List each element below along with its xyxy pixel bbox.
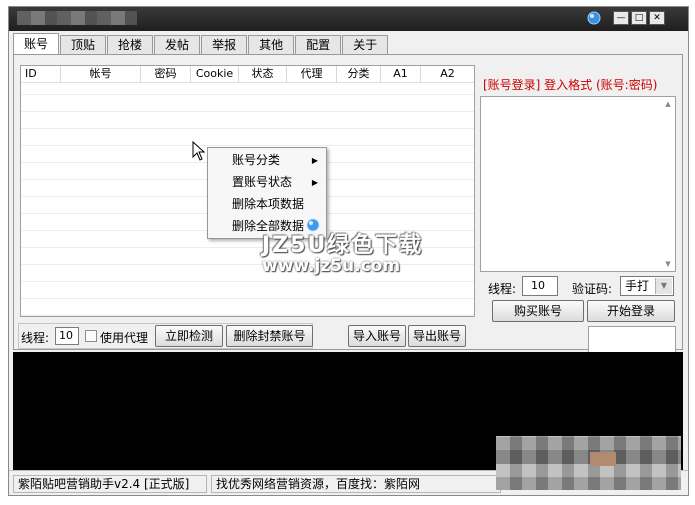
start-login-button[interactable]: 开始登录 <box>587 300 675 322</box>
account-input-textarea[interactable]: ▲ ▼ <box>480 96 676 272</box>
buy-accounts-button[interactable]: 购买账号 <box>492 300 584 322</box>
submenu-arrow-icon: ▶ <box>311 178 318 187</box>
col-category[interactable]: 分类 <box>337 66 381 82</box>
tab-about[interactable]: 关于 <box>342 35 389 56</box>
blurred-title <box>17 11 137 25</box>
pixelated-overlay <box>496 436 681 490</box>
menu-item-label: 删除本项数据 <box>232 197 305 211</box>
table-controls: 线程: 10 使用代理 立即检测 删除封禁账号 <box>18 323 313 349</box>
chevron-down-icon[interactable]: ▼ <box>655 278 672 294</box>
col-a1[interactable]: A1 <box>381 66 421 82</box>
status-app-name: 紫陌贴吧营销助手v2.4 [正式版] <box>13 475 207 493</box>
menu-item-account-category[interactable]: 账号分类 ▶ <box>208 150 326 171</box>
pixelated-overlay-accent <box>590 452 616 466</box>
tab-top-post[interactable]: 顶贴 <box>60 35 107 56</box>
col-password[interactable]: 密码 <box>141 66 191 82</box>
tab-post[interactable]: 发帖 <box>154 35 201 56</box>
tab-account[interactable]: 账号 <box>13 33 60 56</box>
captcha-mode-select[interactable]: 手打 ▼ <box>620 276 674 296</box>
login-thread-input[interactable]: 10 <box>522 276 558 296</box>
tab-grab-floor[interactable]: 抢楼 <box>107 35 154 56</box>
col-id[interactable]: ID <box>21 66 61 82</box>
watermark-logo-text: JZ5U绿色下载 <box>262 233 424 258</box>
tab-other[interactable]: 其他 <box>248 35 295 56</box>
table-header: ID 帐号 密码 Cookie 状态 代理 分类 A1 A2 <box>21 66 474 83</box>
close-button[interactable]: ✕ <box>649 11 665 25</box>
menu-item-label: 置账号状态 <box>232 175 293 189</box>
menu-item-delete-this[interactable]: 删除本项数据 <box>208 194 326 215</box>
scroll-down-arrow-icon[interactable]: ▼ <box>663 259 673 269</box>
use-proxy-label: 使用代理 <box>100 331 149 345</box>
col-a2[interactable]: A2 <box>421 66 474 82</box>
tab-report[interactable]: 举报 <box>201 35 248 56</box>
col-status[interactable]: 状态 <box>239 66 287 82</box>
use-proxy-checkbox[interactable] <box>85 330 97 342</box>
menu-item-set-status[interactable]: 置账号状态 ▶ <box>208 172 326 193</box>
col-cookie[interactable]: Cookie <box>191 66 239 82</box>
submenu-arrow-icon: ▶ <box>311 156 318 165</box>
scroll-up-arrow-icon[interactable]: ▲ <box>663 99 673 109</box>
minimize-button[interactable]: — <box>613 11 629 25</box>
tab-bar: 账号 顶贴 抢楼 发帖 举报 其他 配置 关于 <box>13 33 389 56</box>
export-accounts-button[interactable]: 导出账号 <box>408 325 466 347</box>
captcha-mode-value: 手打 <box>625 279 650 293</box>
title-bar: — □ ✕ <box>9 7 688 31</box>
thread-label: 线程: <box>21 331 50 345</box>
thread-count-input[interactable]: 10 <box>55 327 79 345</box>
captcha-label: 验证码: <box>572 282 613 296</box>
status-box <box>588 326 676 354</box>
watermark-url: www.jz5u.com <box>262 256 401 276</box>
maximize-button[interactable]: □ <box>631 11 647 25</box>
col-proxy[interactable]: 代理 <box>287 66 337 82</box>
skin-icon[interactable] <box>587 11 601 25</box>
status-message: 找优秀网络营销资源，百度找：紫陌网 <box>211 475 501 493</box>
menu-item-label: 账号分类 <box>232 153 281 167</box>
account-panel: ID 帐号 密码 Cookie 状态 代理 分类 A1 A2 线程: 10 使用… <box>13 54 683 354</box>
login-panel: [账号登录] 登入格式 (账号:密码) ▲ ▼ 线程: 10 验证码: 手打 ▼… <box>480 64 678 354</box>
login-thread-label: 线程: <box>488 282 517 296</box>
login-format-title: [账号登录] 登入格式 (账号:密码) <box>483 78 658 92</box>
import-accounts-button[interactable]: 导入账号 <box>348 325 406 347</box>
tab-config[interactable]: 配置 <box>295 35 342 56</box>
check-now-button[interactable]: 立即检测 <box>155 325 223 347</box>
col-account[interactable]: 帐号 <box>61 66 141 82</box>
delete-banned-button[interactable]: 删除封禁账号 <box>226 325 313 347</box>
mouse-cursor-icon <box>192 141 206 161</box>
